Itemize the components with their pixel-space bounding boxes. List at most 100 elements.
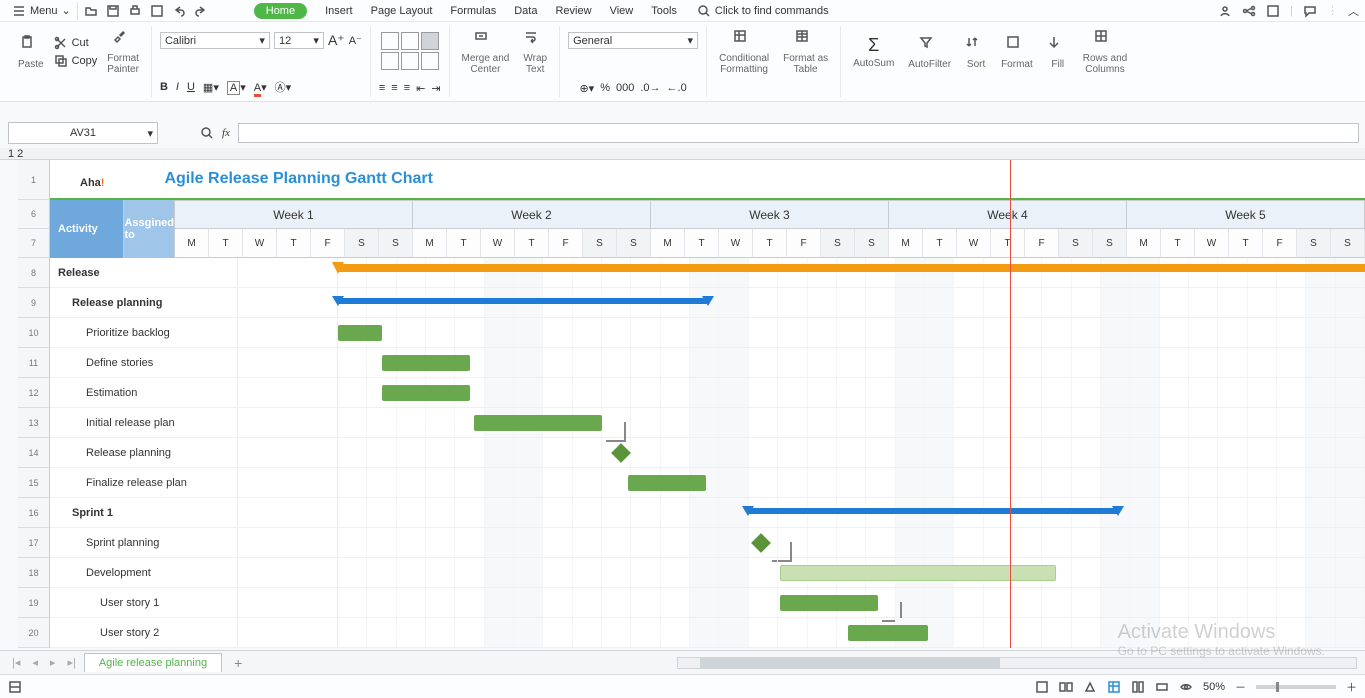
- dec-dec-icon[interactable]: ←.0: [667, 82, 687, 95]
- assigned-cell[interactable]: [238, 528, 338, 557]
- view2-icon[interactable]: [1059, 680, 1073, 694]
- open-icon[interactable]: [84, 4, 98, 18]
- fill-button[interactable]: Fill: [1043, 33, 1073, 72]
- merge-center-button[interactable]: Merge and Center: [458, 27, 514, 77]
- gantt-bar[interactable]: [338, 325, 382, 341]
- fx-icon[interactable]: fx: [222, 127, 230, 139]
- row-header[interactable]: 14: [18, 438, 50, 468]
- bold-button[interactable]: B: [160, 81, 168, 93]
- app-menu[interactable]: Menu ⌄: [6, 2, 78, 20]
- collapse-ribbon-icon[interactable]: ︿: [1348, 3, 1359, 19]
- save-icon[interactable]: [106, 4, 120, 18]
- comma-icon[interactable]: 000: [616, 82, 634, 95]
- zoom-slider[interactable]: [1256, 685, 1336, 689]
- tab-insert[interactable]: Insert: [325, 5, 353, 17]
- number-format[interactable]: General▾: [568, 32, 698, 49]
- zoom-out-button[interactable]: －: [1235, 679, 1246, 695]
- clear-format-button[interactable]: Ⓐ▾: [275, 79, 292, 95]
- row-header[interactable]: 7: [18, 229, 50, 258]
- view3-icon[interactable]: [1083, 680, 1097, 694]
- comment-icon[interactable]: [1303, 4, 1317, 18]
- assigned-cell[interactable]: [238, 468, 338, 497]
- zoom-in-button[interactable]: ＋: [1346, 679, 1357, 695]
- row-header[interactable]: 18: [18, 558, 50, 588]
- tab-view[interactable]: View: [610, 5, 634, 17]
- gantt-bar[interactable]: [382, 385, 470, 401]
- dec-inc-icon[interactable]: .0→: [640, 82, 660, 95]
- tab-tools[interactable]: Tools: [651, 5, 677, 17]
- fill-color-button[interactable]: A▾: [227, 81, 246, 94]
- border-button[interactable]: ▦▾: [203, 81, 219, 94]
- row-header[interactable]: 10: [18, 318, 50, 348]
- tab-review[interactable]: Review: [555, 5, 591, 17]
- assigned-cell[interactable]: [238, 438, 338, 467]
- autosum-button[interactable]: ΣAutoSum: [849, 33, 898, 71]
- tab-page-layout[interactable]: Page Layout: [371, 5, 433, 17]
- cut-button[interactable]: Cut: [54, 36, 89, 50]
- tab-home[interactable]: Home: [254, 3, 307, 19]
- add-sheet-button[interactable]: +: [226, 655, 250, 671]
- scroll-thumb[interactable]: [700, 658, 1000, 668]
- preview-icon[interactable]: [150, 4, 164, 18]
- command-search[interactable]: Click to find commands: [697, 4, 829, 18]
- align-right-icon[interactable]: ≡: [404, 82, 410, 95]
- assigned-cell[interactable]: [238, 258, 338, 287]
- spreadsheet-grid[interactable]: Aha! Agile Release Planning Gantt Chart …: [50, 160, 1365, 648]
- view1-icon[interactable]: [1035, 680, 1049, 694]
- percent-icon[interactable]: %: [600, 82, 610, 95]
- assigned-cell[interactable]: [238, 378, 338, 407]
- normal-view-icon[interactable]: [1107, 680, 1121, 694]
- tab-nav-first[interactable]: |◂: [8, 656, 24, 669]
- font-family[interactable]: Calibri▾: [160, 32, 270, 49]
- gantt-bar[interactable]: [382, 355, 470, 371]
- indent-dec-icon[interactable]: ⇤: [416, 82, 425, 95]
- assigned-cell[interactable]: [238, 348, 338, 377]
- formula-input[interactable]: [238, 123, 1359, 143]
- row-header[interactable]: 20: [18, 618, 50, 648]
- assigned-cell[interactable]: [238, 498, 338, 527]
- window-icon[interactable]: [1266, 4, 1280, 18]
- assigned-cell[interactable]: [238, 558, 338, 587]
- tab-nav-last[interactable]: ▸|: [63, 656, 79, 669]
- indent-inc-icon[interactable]: ⇥: [431, 82, 440, 95]
- format-button[interactable]: Format: [997, 33, 1037, 72]
- tab-formulas[interactable]: Formulas: [450, 5, 496, 17]
- row-header[interactable]: 16: [18, 498, 50, 528]
- sheet-tab[interactable]: Agile release planning: [84, 653, 222, 672]
- gantt-bar[interactable]: [474, 415, 602, 431]
- gantt-bar[interactable]: [848, 625, 928, 641]
- share-icon[interactable]: [1242, 4, 1256, 18]
- tab-data[interactable]: Data: [514, 5, 537, 17]
- assigned-cell[interactable]: [238, 288, 338, 317]
- tab-nav-prev[interactable]: ◂: [28, 656, 42, 669]
- gantt-bar[interactable]: [338, 264, 1365, 272]
- wrap-text-button[interactable]: Wrap Text: [519, 27, 551, 77]
- gantt-bar[interactable]: [628, 475, 706, 491]
- eye-icon[interactable]: [1179, 680, 1193, 694]
- tab-nav-next[interactable]: ▸: [46, 656, 60, 669]
- format-painter-button[interactable]: Format Painter: [103, 27, 143, 77]
- gantt-bar[interactable]: [780, 595, 878, 611]
- row-header[interactable]: 12: [18, 378, 50, 408]
- horizontal-scrollbar[interactable]: [677, 657, 1357, 669]
- row-header[interactable]: 9: [18, 288, 50, 318]
- align-left-icon[interactable]: ≡: [379, 82, 385, 95]
- copy-button[interactable]: Copy: [54, 54, 98, 68]
- gantt-bar[interactable]: [748, 508, 1118, 514]
- print-icon[interactable]: [128, 4, 142, 18]
- assigned-cell[interactable]: [238, 318, 338, 347]
- cond-format-button[interactable]: Conditional Formatting: [715, 27, 773, 77]
- underline-button[interactable]: U: [187, 81, 195, 93]
- row-header[interactable]: 13: [18, 408, 50, 438]
- sort-button[interactable]: Sort: [961, 33, 991, 72]
- sheet-manage-icon[interactable]: [8, 680, 22, 694]
- gantt-bar[interactable]: [780, 565, 1056, 581]
- user-icon[interactable]: [1218, 4, 1232, 18]
- font-size[interactable]: 12▾: [274, 32, 324, 49]
- rows-cols-button[interactable]: Rows and Columns: [1079, 27, 1131, 77]
- assigned-cell[interactable]: [238, 618, 338, 647]
- alignment-grid[interactable]: [381, 32, 439, 70]
- zoom-fx-icon[interactable]: [200, 126, 214, 140]
- grow-font-icon[interactable]: A⁺: [328, 32, 345, 49]
- paste-button[interactable]: Paste: [14, 33, 48, 72]
